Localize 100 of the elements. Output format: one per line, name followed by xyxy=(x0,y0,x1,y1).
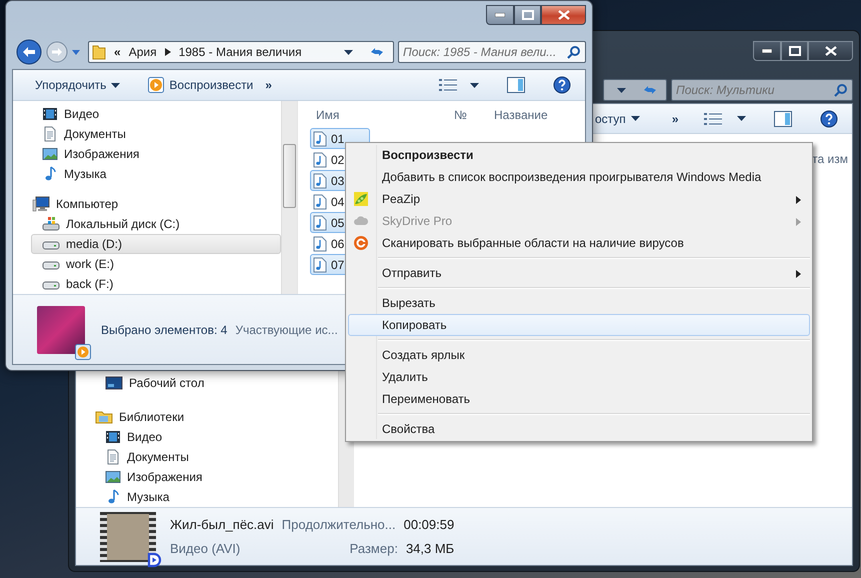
dropdown-caret-icon xyxy=(617,88,626,92)
history-button[interactable] xyxy=(72,50,80,54)
property-value: 00:09:59 xyxy=(404,516,454,534)
music-file-icon xyxy=(313,214,327,230)
drive-icon xyxy=(42,216,60,232)
search-field[interactable]: Поиск: 1985 - Мания вели... xyxy=(398,41,586,63)
menu-item[interactable]: Вырезать xyxy=(348,292,810,314)
pane-icon xyxy=(774,110,792,126)
property-label: Размер: xyxy=(350,540,398,558)
menu-item[interactable]: Сканировать выбранные области на наличие вирусов xyxy=(348,232,810,254)
nav-item[interactable]: Библиотеки xyxy=(94,407,326,427)
toolbar-button[interactable]: оступ xyxy=(589,108,646,130)
nav-item[interactable]: Музыка xyxy=(31,164,281,184)
nav-item[interactable]: back (F:) xyxy=(31,274,281,294)
nav-item[interactable]: Документы xyxy=(94,447,326,467)
nav-item[interactable]: Видео xyxy=(31,104,281,124)
pane-icon xyxy=(507,77,525,93)
film-icon xyxy=(42,106,58,122)
folder-icon xyxy=(95,409,113,425)
nav-item[interactable]: media (D:) xyxy=(31,234,281,254)
picture-icon xyxy=(105,469,121,485)
play-icon xyxy=(148,77,164,93)
minimize-button[interactable] xyxy=(486,5,514,25)
help-icon xyxy=(820,110,838,128)
maximize-icon xyxy=(788,46,800,56)
music-file-icon xyxy=(313,256,327,272)
menu-item[interactable]: Копировать xyxy=(348,314,810,336)
minimize-button[interactable] xyxy=(753,41,781,61)
document-icon xyxy=(105,449,121,465)
list-view-icon xyxy=(438,78,458,92)
address-bar[interactable]: « Ария 1985 - Мания величия xyxy=(88,41,394,63)
address-bar[interactable] xyxy=(603,79,667,101)
nav-item[interactable]: Изображения xyxy=(31,144,281,164)
dropdown-caret-icon xyxy=(344,50,353,54)
caret-icon xyxy=(72,50,80,54)
picture-icon xyxy=(42,146,58,162)
property-value: 34,3 МБ xyxy=(406,540,454,558)
file-name: Жил-был_пёс.avi xyxy=(170,516,274,534)
photo-placeholder xyxy=(107,514,149,560)
search-icon xyxy=(567,45,581,59)
caret-icon xyxy=(630,116,640,121)
caret-icon xyxy=(737,116,746,121)
column-header[interactable]: Имя xyxy=(298,106,448,124)
minimize-icon xyxy=(762,49,772,53)
caret-icon xyxy=(470,82,479,88)
maximize-icon xyxy=(522,10,534,20)
file-type: Видео (AVI) xyxy=(170,540,240,558)
nav-item[interactable]: Изображения xyxy=(94,467,326,487)
close-icon xyxy=(558,10,570,20)
menu-item[interactable]: Создать ярлык xyxy=(348,344,810,366)
breadcrumb[interactable]: Ария xyxy=(128,43,157,61)
more-button[interactable]: » xyxy=(259,74,278,96)
close-icon xyxy=(824,46,836,56)
nav-item[interactable]: Локальный диск (C:) xyxy=(31,214,281,234)
help-icon xyxy=(553,76,571,94)
menu-item[interactable]: Удалить xyxy=(348,366,810,388)
property-label: Продолжительно... xyxy=(282,516,396,534)
caret-icon xyxy=(111,82,120,88)
maximize-button[interactable] xyxy=(514,5,541,25)
nav-item[interactable]: Музыка xyxy=(94,487,326,507)
music-file-icon xyxy=(313,172,327,188)
submenu-arrow-icon xyxy=(796,218,801,226)
minimize-icon xyxy=(495,13,505,17)
play-badge-icon xyxy=(75,344,91,360)
menu-item[interactable]: Переименовать xyxy=(348,388,810,410)
close-button[interactable] xyxy=(808,41,853,61)
back-button[interactable] xyxy=(16,39,42,65)
computer-icon xyxy=(32,196,50,212)
nav-item[interactable]: Документы xyxy=(31,124,281,144)
scrollbar[interactable] xyxy=(281,101,297,294)
nav-item[interactable]: work (E:) xyxy=(31,254,281,274)
chevron-icon xyxy=(164,48,171,56)
property-label: Участвующие ис... xyxy=(235,322,338,338)
music-file-icon xyxy=(313,194,327,210)
search-field[interactable]: Поиск: Мультики xyxy=(671,79,853,101)
forward-button[interactable] xyxy=(46,41,68,63)
column-header[interactable]: та изм xyxy=(812,150,852,168)
music-file-icon xyxy=(313,130,327,146)
play-button[interactable]: Воспроизвести xyxy=(142,74,260,96)
list-view-icon xyxy=(703,112,723,126)
maximize-button[interactable] xyxy=(781,41,808,61)
column-header[interactable]: № xyxy=(448,106,488,124)
submenu-arrow-icon xyxy=(796,270,801,278)
menu-item[interactable]: PeaZip xyxy=(348,188,810,210)
breadcrumb[interactable]: 1985 - Мания величия xyxy=(178,43,302,61)
more-button[interactable]: » xyxy=(666,108,684,130)
monitor-icon xyxy=(105,375,123,391)
organize-button[interactable]: Упорядочить xyxy=(29,74,126,96)
menu-item[interactable]: Свойства xyxy=(348,418,810,440)
column-header[interactable]: Название xyxy=(488,106,558,124)
film-icon xyxy=(105,429,121,445)
peas-icon xyxy=(353,191,369,207)
document-icon xyxy=(42,126,58,142)
nav-item[interactable]: Видео xyxy=(94,427,326,447)
overflow-button[interactable]: « xyxy=(114,43,121,61)
close-button[interactable] xyxy=(541,5,586,25)
nav-item[interactable]: Рабочий стол xyxy=(94,373,326,393)
folder-icon xyxy=(92,44,106,60)
nav-item[interactable]: Компьютер xyxy=(31,194,281,214)
selection-summary: Выбрано элементов: 4 xyxy=(101,322,228,338)
